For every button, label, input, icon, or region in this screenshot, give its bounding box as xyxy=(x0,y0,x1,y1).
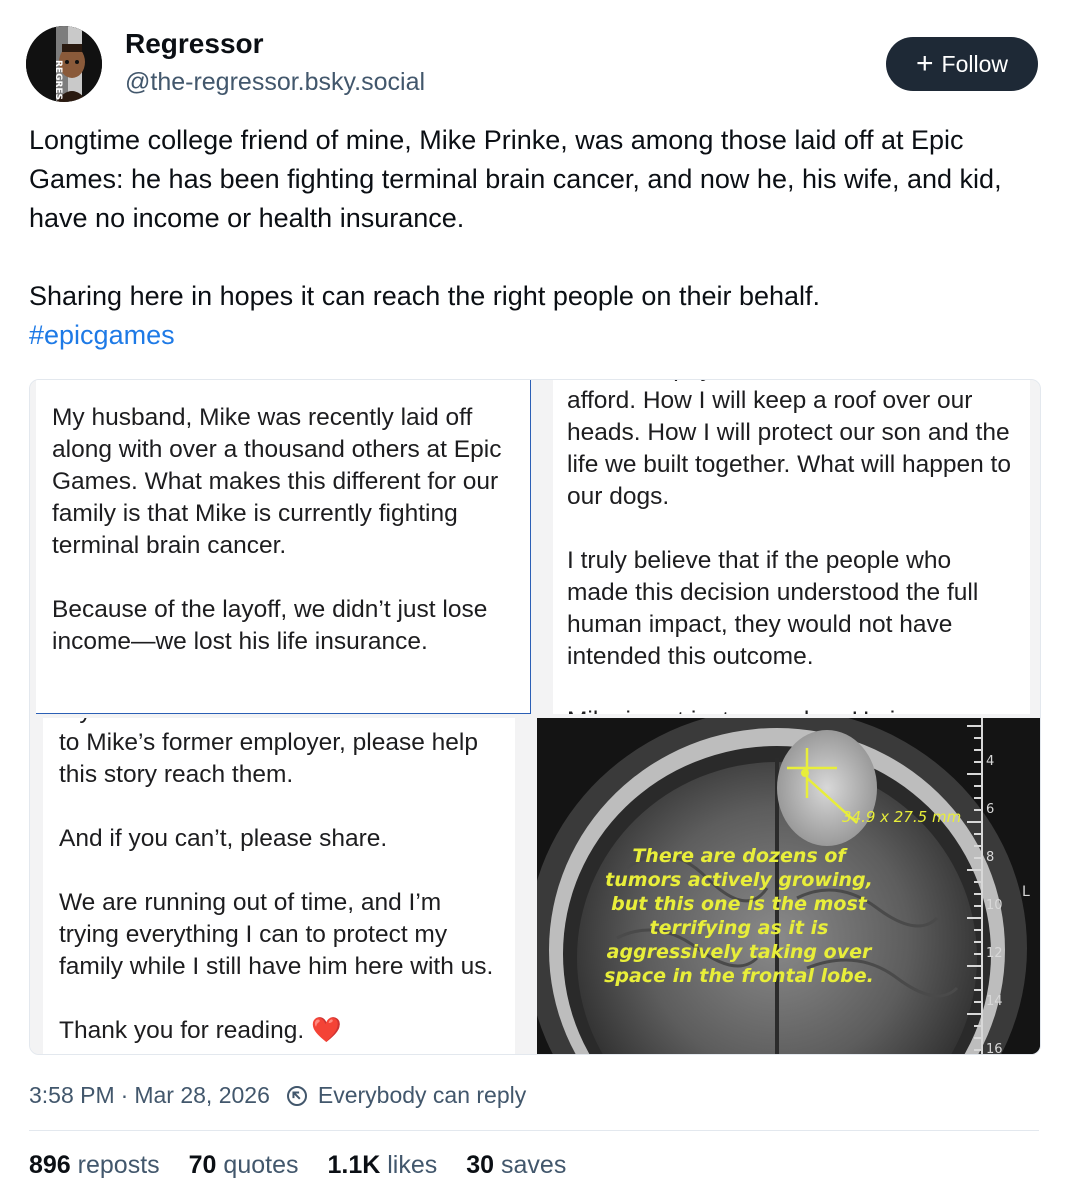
mri-scale-label: 6 xyxy=(986,802,994,817)
divider xyxy=(29,1130,1039,1131)
post-paragraph-1: Longtime college friend of mine, Mike Pr… xyxy=(29,125,1002,233)
image-tile-4[interactable]: 34.9 x 27.5 mm There are dozens of tumors… xyxy=(537,718,1040,1054)
tile2-paragraph-2: I truly believe that if the people who m… xyxy=(567,547,979,670)
image-tile-3[interactable]: If you know or are someone connected to … xyxy=(30,718,533,1054)
tumor-measurement-label: 34.9 x 27.5 mm xyxy=(842,808,961,826)
mri-caption-line: but this one is the most xyxy=(611,893,868,915)
tile3-paragraph-1: If you know or are someone connected to … xyxy=(59,718,481,788)
quotes-label: quotes xyxy=(223,1151,299,1179)
tile1-paragraph-1: My husband, Mike was recently laid off a… xyxy=(52,404,502,559)
author-avatar[interactable]: REGRES REGRES xyxy=(26,26,102,102)
mri-scale-label: 16 xyxy=(986,1042,1003,1054)
post-text: Longtime college friend of mine, Mike Pr… xyxy=(29,121,1039,355)
svg-text:REGRES: REGRES xyxy=(53,60,63,100)
mri-scale-label: 12 xyxy=(986,946,1003,961)
reply-settings-label: Everybody can reply xyxy=(317,1082,527,1108)
image-tile-1[interactable]: My husband, Mike was recently laid off a… xyxy=(30,380,533,714)
letter-screenshot: If you know or are someone connected to … xyxy=(43,718,515,1054)
mri-caption-line: There are dozens of xyxy=(632,845,848,867)
mri-caption-line: terrifying as it is xyxy=(650,917,829,939)
post-stats: 896 reposts 70 quotes 1.1K likes 30 save… xyxy=(29,1151,566,1180)
avatar-image: REGRES REGRES xyxy=(26,26,102,102)
meta-separator: · xyxy=(120,1082,129,1108)
letter-screenshot: My husband, Mike was recently laid off a… xyxy=(36,380,531,714)
likes-label: likes xyxy=(387,1151,438,1179)
mri-scale-label: 8 xyxy=(986,850,994,865)
tile1-paragraph-2: Because of the layoff, we didn’t just lo… xyxy=(52,596,488,655)
likes-count: 1.1K xyxy=(327,1151,381,1179)
reposts-count: 896 xyxy=(29,1151,71,1179)
quotes-stat[interactable]: 70 quotes xyxy=(189,1151,299,1180)
reposts-stat[interactable]: 896 reposts xyxy=(29,1151,160,1180)
image-tile-2[interactable]: how I will pay for treatment we can affo… xyxy=(537,380,1040,714)
mri-caption-line: aggressively taking over xyxy=(607,941,873,963)
post-time[interactable]: 3:58 PM xyxy=(29,1082,115,1109)
hashtag-link[interactable]: #epicgames xyxy=(29,320,175,350)
author-handle[interactable]: @the-regressor.bsky.social xyxy=(125,68,425,97)
brain-mri-image: 34.9 x 27.5 mm There are dozens oftumors… xyxy=(537,718,1040,1054)
reply-settings[interactable]: Everybody can reply xyxy=(286,1082,526,1109)
reply-settings-icon xyxy=(286,1085,307,1106)
follow-button-label: Follow xyxy=(941,50,1008,77)
mri-caption-line: tumors actively growing, xyxy=(605,869,873,891)
follow-button[interactable]: + Follow xyxy=(886,37,1038,91)
image-gallery: My husband, Mike was recently laid off a… xyxy=(29,379,1041,1055)
mri-side-label: L xyxy=(1022,884,1030,900)
saves-count: 30 xyxy=(466,1151,495,1179)
mri-scale-label: 14 xyxy=(986,994,1003,1009)
mri-caption-line: space in the frontal lobe. xyxy=(604,965,874,987)
quotes-count: 70 xyxy=(188,1151,217,1179)
mri-scale-label: 10 xyxy=(986,898,1003,913)
tile2-paragraph-3: Mike is not just a number. He is a xyxy=(567,705,1016,714)
post-date[interactable]: Mar 28, 2026 xyxy=(134,1082,270,1109)
mri-scale-label: 4 xyxy=(986,754,994,769)
post-paragraph-2: Sharing here in hopes it can reach the r… xyxy=(29,281,821,311)
tile3-paragraph-2: And if you can’t, please share. xyxy=(59,825,388,852)
letter-screenshot: how I will pay for treatment we can affo… xyxy=(553,380,1030,714)
saves-stat[interactable]: 30 saves xyxy=(466,1151,566,1180)
author-name[interactable]: Regressor xyxy=(125,28,264,60)
plus-icon: + xyxy=(916,47,934,80)
reposts-label: reposts xyxy=(77,1151,160,1179)
tile3-paragraph-3: We are running out of time, and I’m tryi… xyxy=(59,889,494,980)
likes-stat[interactable]: 1.1K likes xyxy=(327,1151,437,1180)
tile2-paragraph-1: how I will pay for treatment we can affo… xyxy=(567,380,1011,510)
saves-label: saves xyxy=(501,1151,567,1179)
tile3-paragraph-4: Thank you for reading. ❤️ xyxy=(59,1017,342,1044)
post-meta: 3:58 PM · Mar 28, 2026 Everybody can rep… xyxy=(29,1082,526,1109)
